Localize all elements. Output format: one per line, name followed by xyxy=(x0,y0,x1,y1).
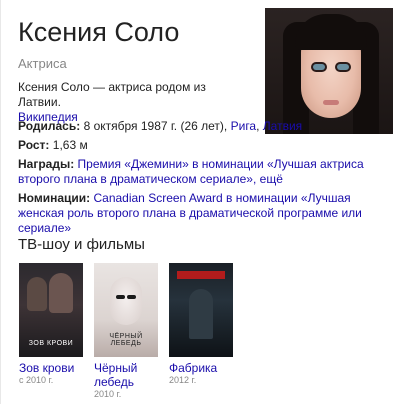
person-occupation: Актриса xyxy=(18,56,67,71)
fact-awards: Награды: Премия «Джемини» в номинации «Л… xyxy=(18,157,388,187)
media-title[interactable]: Чёрный лебедь xyxy=(94,361,162,389)
poster-image[interactable]: ЗОВ КРОВИ xyxy=(19,263,83,357)
media-title[interactable]: Зов крови xyxy=(19,361,87,375)
poster-figure xyxy=(189,289,213,339)
awards-more-link[interactable]: , ещё xyxy=(253,172,283,186)
poster-figure xyxy=(27,277,47,311)
poster-eye xyxy=(116,295,125,299)
birthplace-city-link[interactable]: Рига xyxy=(231,119,257,133)
birthplace-country-link[interactable]: Латвия xyxy=(263,119,302,133)
poster-image[interactable]: ЧЁРНЫЙ ЛЕБЕДЬ xyxy=(94,263,158,357)
poster-text: ЧЁРНЫЙ ЛЕБЕДЬ xyxy=(109,333,143,347)
person-name: Ксения Соло xyxy=(18,17,180,47)
media-item[interactable]: ЧЁРНЫЙ ЛЕБЕДЬ Чёрный лебедь 2010 г. xyxy=(94,263,162,400)
media-item[interactable]: Фабрика 2012 г. xyxy=(169,263,237,386)
fact-born-label: Родилась: xyxy=(18,119,81,133)
birthplace-separator: , xyxy=(256,119,260,133)
fact-nominations-label: Номинации: xyxy=(18,191,91,205)
knowledge-panel: Ксения Соло Актриса Ксения Соло — актрис… xyxy=(0,0,400,404)
photo-bangs xyxy=(295,14,367,50)
media-year: с 2010 г. xyxy=(19,375,54,385)
media-year: 2010 г. xyxy=(94,389,122,399)
fact-awards-label: Награды: xyxy=(18,157,75,171)
description-text: Ксения Соло — актриса родом из Латвии. xyxy=(18,80,206,109)
media-year: 2012 г. xyxy=(169,375,197,385)
media-title[interactable]: Фабрика xyxy=(169,361,237,375)
fact-nominations: Номинации: Canadian Screen Award в номин… xyxy=(18,191,388,236)
fact-born-value: 8 октября 1987 г. (26 лет), xyxy=(83,119,228,133)
photo-eye-left xyxy=(313,64,325,70)
poster-image[interactable] xyxy=(169,263,233,357)
poster-text: ЗОВ КРОВИ xyxy=(28,340,74,347)
person-photo[interactable] xyxy=(265,8,393,134)
fact-height: Рост: 1,63 м xyxy=(18,138,388,153)
fact-born: Родилась: 8 октября 1987 г. (26 лет), Ри… xyxy=(18,119,388,134)
fact-height-value: 1,63 м xyxy=(52,138,88,152)
tv-section-title: ТВ-шоу и фильмы xyxy=(18,236,145,253)
photo-lips xyxy=(323,100,339,105)
poster-face xyxy=(110,277,142,325)
photo-eye-right xyxy=(337,64,349,70)
poster-title-band xyxy=(177,271,225,279)
fact-height-label: Рост: xyxy=(18,138,50,152)
media-item[interactable]: ЗОВ КРОВИ Зов крови с 2010 г. xyxy=(19,263,87,386)
poster-eye xyxy=(127,295,136,299)
poster-figure xyxy=(49,273,73,313)
